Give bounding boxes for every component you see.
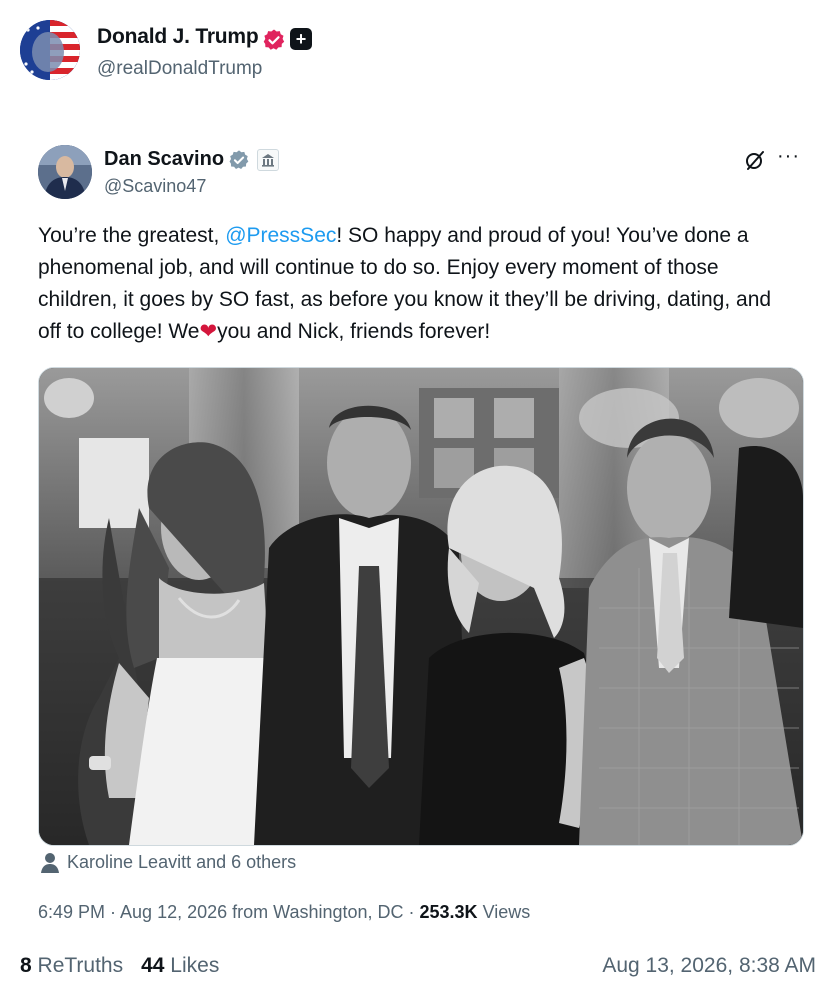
portrait-avatar-icon	[38, 145, 92, 199]
grok-icon[interactable]	[743, 148, 767, 172]
views-label: Views	[477, 902, 531, 922]
author-name[interactable]: Donald J. Trump	[97, 25, 259, 49]
verified-badge-icon	[228, 149, 250, 171]
quoted-author-name[interactable]: Dan Scavino	[104, 148, 224, 171]
likes-count[interactable]: 44	[141, 954, 164, 977]
flag-portrait-avatar-icon	[20, 20, 80, 80]
post-text-part: You’re the greatest,	[38, 224, 226, 247]
verified-badge-icon	[262, 28, 286, 52]
group-photo-image	[39, 368, 803, 845]
retruths-label[interactable]: ReTruths	[32, 954, 124, 977]
quoted-post-text: You’re the greatest, @PressSec! SO happy…	[38, 220, 798, 348]
views-count: 253.3K	[419, 902, 478, 922]
post-meta: 6:49 PM · Aug 12, 2026 from Washington, …	[38, 902, 530, 923]
government-building-badge-icon	[257, 149, 279, 171]
likes-label[interactable]: Likes	[164, 954, 219, 977]
mention-link[interactable]: @PressSec	[225, 224, 336, 247]
post-photo[interactable]	[38, 367, 804, 846]
tagged-users[interactable]: Karoline Leavitt and 6 others	[67, 852, 296, 873]
author-handle[interactable]: @realDonaldTrump	[97, 58, 262, 80]
more-options-icon[interactable]: ···	[777, 146, 803, 168]
heart-emoji: ❤	[199, 320, 218, 343]
quoted-author-handle[interactable]: @Scavino47	[104, 176, 206, 197]
engagement-stats: 8 ReTruths 44 Likes	[20, 954, 219, 978]
post-timestamp: Aug 13, 2026, 8:38 AM	[602, 954, 816, 977]
person-icon	[40, 852, 60, 874]
retruths-count[interactable]: 8	[20, 954, 32, 977]
quoted-author-avatar[interactable]	[38, 145, 92, 199]
post-text-part: you and Nick, friends forever!	[217, 320, 491, 343]
post-time[interactable]: 6:49 PM · Aug 12, 2026 from Washington, …	[38, 902, 420, 922]
plus-badge-icon: +	[290, 28, 312, 50]
author-avatar[interactable]	[20, 20, 80, 80]
